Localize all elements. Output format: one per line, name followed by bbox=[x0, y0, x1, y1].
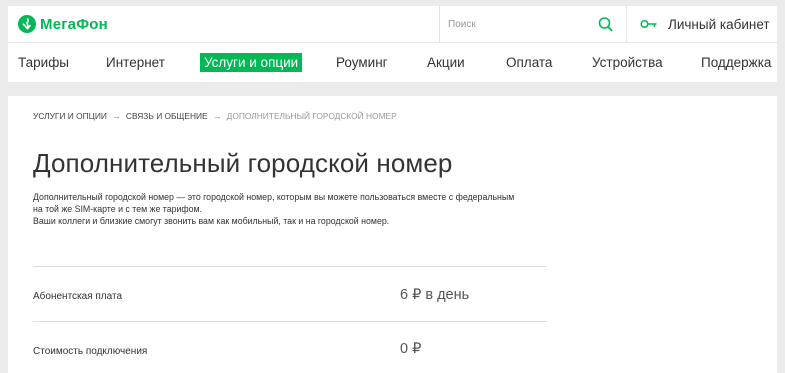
nav-item-promotions[interactable]: Акции bbox=[427, 54, 465, 71]
price-row-value: 0 ₽ bbox=[400, 341, 422, 357]
account-label: Личный кабинет bbox=[668, 17, 770, 32]
key-icon bbox=[640, 16, 658, 34]
price-row-label: Абонентская плата bbox=[33, 291, 123, 302]
breadcrumb-link-communication[interactable]: СВЯЗЬ И ОБЩЕНИЕ bbox=[126, 111, 208, 121]
account-link[interactable]: Личный кабинет bbox=[640, 6, 770, 43]
breadcrumb-separator: → bbox=[111, 111, 121, 121]
divider bbox=[33, 321, 547, 322]
top-bar: МегаФон Личный кабинет bbox=[8, 6, 777, 43]
breadcrumb-link-services[interactable]: УСЛУГИ И ОПЦИИ bbox=[33, 111, 107, 121]
search-box bbox=[439, 6, 627, 43]
nav-item-support[interactable]: Поддержка bbox=[701, 54, 771, 71]
page-title: Дополнительный городской номер bbox=[33, 148, 453, 178]
nav-item-payment[interactable]: Оплата bbox=[506, 54, 552, 71]
page-description: Дополнительный городской номер — это гор… bbox=[33, 191, 563, 227]
breadcrumb: УСЛУГИ И ОПЦИИ → СВЯЗЬ И ОБЩЕНИЕ → ДОПОЛ… bbox=[33, 111, 397, 121]
brand-name: МегаФон bbox=[40, 15, 108, 33]
divider bbox=[33, 266, 547, 267]
price-row-value: 6 ₽ в день bbox=[400, 287, 470, 303]
nav-item-roaming[interactable]: Роуминг bbox=[336, 54, 388, 71]
description-line: Дополнительный городской номер — это гор… bbox=[33, 192, 515, 202]
nav-item-internet[interactable]: Интернет bbox=[106, 54, 165, 71]
logo[interactable]: МегаФон bbox=[18, 15, 108, 33]
price-row-label: Стоимость подключения bbox=[33, 346, 148, 357]
nav-item-devices[interactable]: Устройства bbox=[592, 54, 663, 71]
nav-item-tariffs[interactable]: Тарифы bbox=[18, 54, 69, 71]
breadcrumb-separator: → bbox=[212, 111, 222, 121]
breadcrumb-current: ДОПОЛНИТЕЛЬНЫЙ ГОРОДСКОЙ НОМЕР bbox=[226, 111, 397, 121]
site-header: МегаФон Личный кабинет Тарифы bbox=[8, 6, 777, 82]
description-line: на той же SIM-карте и с тем же тарифом. bbox=[33, 204, 203, 214]
main-nav: Тарифы Интернет Услуги и опции Роуминг А… bbox=[8, 43, 777, 82]
search-input[interactable] bbox=[440, 6, 590, 42]
megafon-logo-icon bbox=[18, 15, 36, 33]
nav-item-services[interactable]: Услуги и опции bbox=[200, 53, 303, 72]
search-icon[interactable] bbox=[597, 16, 614, 33]
description-line: Ваши коллеги и близкие смогут звонить ва… bbox=[33, 216, 390, 226]
content-card: УСЛУГИ И ОПЦИИ → СВЯЗЬ И ОБЩЕНИЕ → ДОПОЛ… bbox=[8, 96, 777, 373]
